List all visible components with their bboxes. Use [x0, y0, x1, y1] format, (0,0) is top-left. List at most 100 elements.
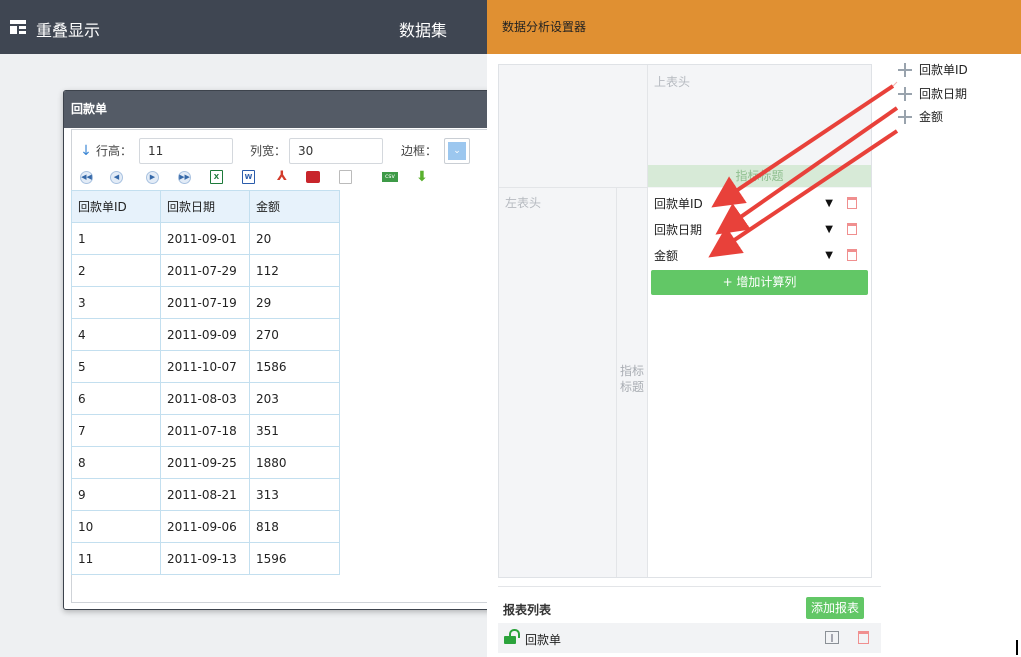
trash-icon[interactable]: [847, 223, 857, 235]
first-page-icon[interactable]: ◀◀: [80, 171, 93, 184]
move-icon[interactable]: [898, 63, 912, 77]
table-cell[interactable]: 2011-09-25: [160, 446, 250, 479]
row-height-label: 行高：: [96, 144, 133, 158]
measure-item[interactable]: 回款日期 ▼: [654, 217, 867, 243]
table-cell[interactable]: 2011-09-13: [160, 542, 250, 575]
table-cell[interactable]: 818: [249, 510, 340, 543]
table-cell[interactable]: 2011-09-09: [160, 318, 250, 351]
table-cell[interactable]: 11: [71, 542, 161, 575]
table-cell[interactable]: 270: [249, 318, 340, 351]
dataset-tab[interactable]: 数据集: [399, 17, 447, 41]
measure-item[interactable]: 回款单ID ▼: [654, 191, 867, 217]
table-row[interactable]: 4 2011-09-09 270: [71, 318, 340, 351]
table-cell[interactable]: 3: [71, 286, 161, 319]
download-arrow-icon[interactable]: ⬇: [415, 170, 429, 184]
measure-item[interactable]: 金额 ▼: [654, 243, 867, 269]
table-cell[interactable]: 8: [71, 446, 161, 479]
table-cell[interactable]: 203: [249, 382, 340, 415]
field-name: 回款日期: [919, 87, 968, 101]
table-row[interactable]: 10 2011-09-06 818: [71, 510, 340, 543]
measure-dropzone[interactable]: 回款单ID ▼ 回款日期 ▼ 金额 ▼ + 增加计算列: [648, 188, 871, 577]
table-cell[interactable]: 6: [71, 382, 161, 415]
chevron-down-icon: ⌄: [448, 142, 466, 160]
border-label: 边框：: [401, 144, 438, 158]
table-cell[interactable]: 4: [71, 318, 161, 351]
table-cell[interactable]: 2011-07-29: [160, 254, 250, 287]
window-title[interactable]: 回款单: [64, 91, 494, 128]
table-row[interactable]: 1 2011-09-01 20: [71, 222, 340, 255]
table-cell[interactable]: 2011-07-18: [160, 414, 250, 447]
table-row[interactable]: 7 2011-07-18 351: [71, 414, 340, 447]
field-name: 金额: [919, 110, 944, 124]
top-header-label: 上表头: [654, 75, 691, 89]
next-page-icon[interactable]: ▶: [146, 171, 159, 184]
table-cell[interactable]: 2011-07-19: [160, 286, 250, 319]
add-report-button[interactable]: 添加报表: [805, 597, 864, 619]
table-cell[interactable]: 112: [249, 254, 340, 287]
row-height-input[interactable]: [139, 138, 233, 164]
move-icon[interactable]: [898, 87, 912, 101]
caret-down-icon[interactable]: ▼: [825, 191, 833, 217]
move-icon[interactable]: [898, 110, 912, 124]
excel-export-icon[interactable]: X: [210, 170, 223, 184]
sort-down-icon[interactable]: ↓: [75, 139, 97, 163]
table-cell[interactable]: 1: [71, 222, 161, 255]
table-row[interactable]: 3 2011-07-19 29: [71, 286, 340, 319]
print-icon[interactable]: [306, 171, 320, 183]
column-header[interactable]: 金额: [249, 190, 340, 223]
table-row[interactable]: 11 2011-09-13 1596: [71, 542, 340, 575]
table-cell[interactable]: 2011-08-03: [160, 382, 250, 415]
pdf-export-icon[interactable]: ⅄: [275, 170, 289, 184]
unlock-icon[interactable]: [504, 629, 520, 644]
table-cell[interactable]: 20: [249, 222, 340, 255]
column-header[interactable]: 回款日期: [160, 190, 250, 223]
table-cell[interactable]: 2011-10-07: [160, 350, 250, 383]
measure-name: 回款日期: [654, 223, 703, 237]
table-row[interactable]: 5 2011-10-07 1586: [71, 350, 340, 383]
edit-icon[interactable]: I: [825, 631, 839, 645]
table-cell[interactable]: 1880: [249, 446, 340, 479]
col-width-input[interactable]: [289, 138, 383, 164]
overlay-display-icon: [10, 20, 26, 34]
left-header-dropzone[interactable]: 左表头: [499, 188, 617, 577]
top-header-dropzone[interactable]: 上表头: [648, 65, 871, 165]
table-cell[interactable]: 2011-09-01: [160, 222, 250, 255]
export-icon-bar: ◀◀ ◀ ▶ ▶▶ X W ⅄ csv ⬇: [72, 166, 494, 190]
report-name: 回款单: [525, 633, 562, 647]
table-cell[interactable]: 1596: [249, 542, 340, 575]
trash-icon[interactable]: [847, 197, 857, 209]
border-color-select[interactable]: ⌄: [444, 138, 470, 164]
table-cell[interactable]: 2: [71, 254, 161, 287]
caret-down-icon[interactable]: ▼: [825, 217, 833, 243]
table-row[interactable]: 9 2011-08-21 313: [71, 478, 340, 511]
table-cell[interactable]: 7: [71, 414, 161, 447]
csv-export-icon[interactable]: csv: [382, 172, 398, 182]
table-cell[interactable]: 313: [249, 478, 340, 511]
prev-page-icon[interactable]: ◀: [110, 171, 123, 184]
table-cell[interactable]: 351: [249, 414, 340, 447]
add-calc-column-button[interactable]: + 增加计算列: [651, 270, 868, 295]
column-header[interactable]: 回款单ID: [71, 190, 161, 223]
table-cell[interactable]: 29: [249, 286, 340, 319]
window-body: ↓ 行高： 列宽： 边框： ⌄ ◀◀ ◀ ▶ ▶▶ X W ⅄ csv ⬇ 回款…: [71, 129, 494, 603]
settings-header: 数据分析设置器: [487, 0, 1021, 54]
report-list-item[interactable]: 回款单 I: [498, 623, 881, 653]
table-row[interactable]: 8 2011-09-25 1880: [71, 446, 340, 479]
table-row[interactable]: 2 2011-07-29 112: [71, 254, 340, 287]
word-export-icon[interactable]: W: [242, 170, 255, 184]
table-cell[interactable]: 10: [71, 510, 161, 543]
app-title[interactable]: 重叠显示: [36, 17, 100, 41]
table-row[interactable]: 6 2011-08-03 203: [71, 382, 340, 415]
left-metric-cell[interactable]: 指标标题: [617, 188, 648, 577]
table-cell[interactable]: 5: [71, 350, 161, 383]
table-cell[interactable]: 2011-09-06: [160, 510, 250, 543]
table-cell[interactable]: 1586: [249, 350, 340, 383]
table-cell[interactable]: 2011-08-21: [160, 478, 250, 511]
table-cell[interactable]: 9: [71, 478, 161, 511]
metric-title-bar[interactable]: 指标标题: [648, 165, 871, 187]
blank-doc-icon[interactable]: [339, 170, 352, 184]
caret-down-icon[interactable]: ▼: [825, 243, 833, 269]
trash-icon[interactable]: [858, 631, 869, 644]
trash-icon[interactable]: [847, 249, 857, 261]
last-page-icon[interactable]: ▶▶: [178, 171, 191, 184]
